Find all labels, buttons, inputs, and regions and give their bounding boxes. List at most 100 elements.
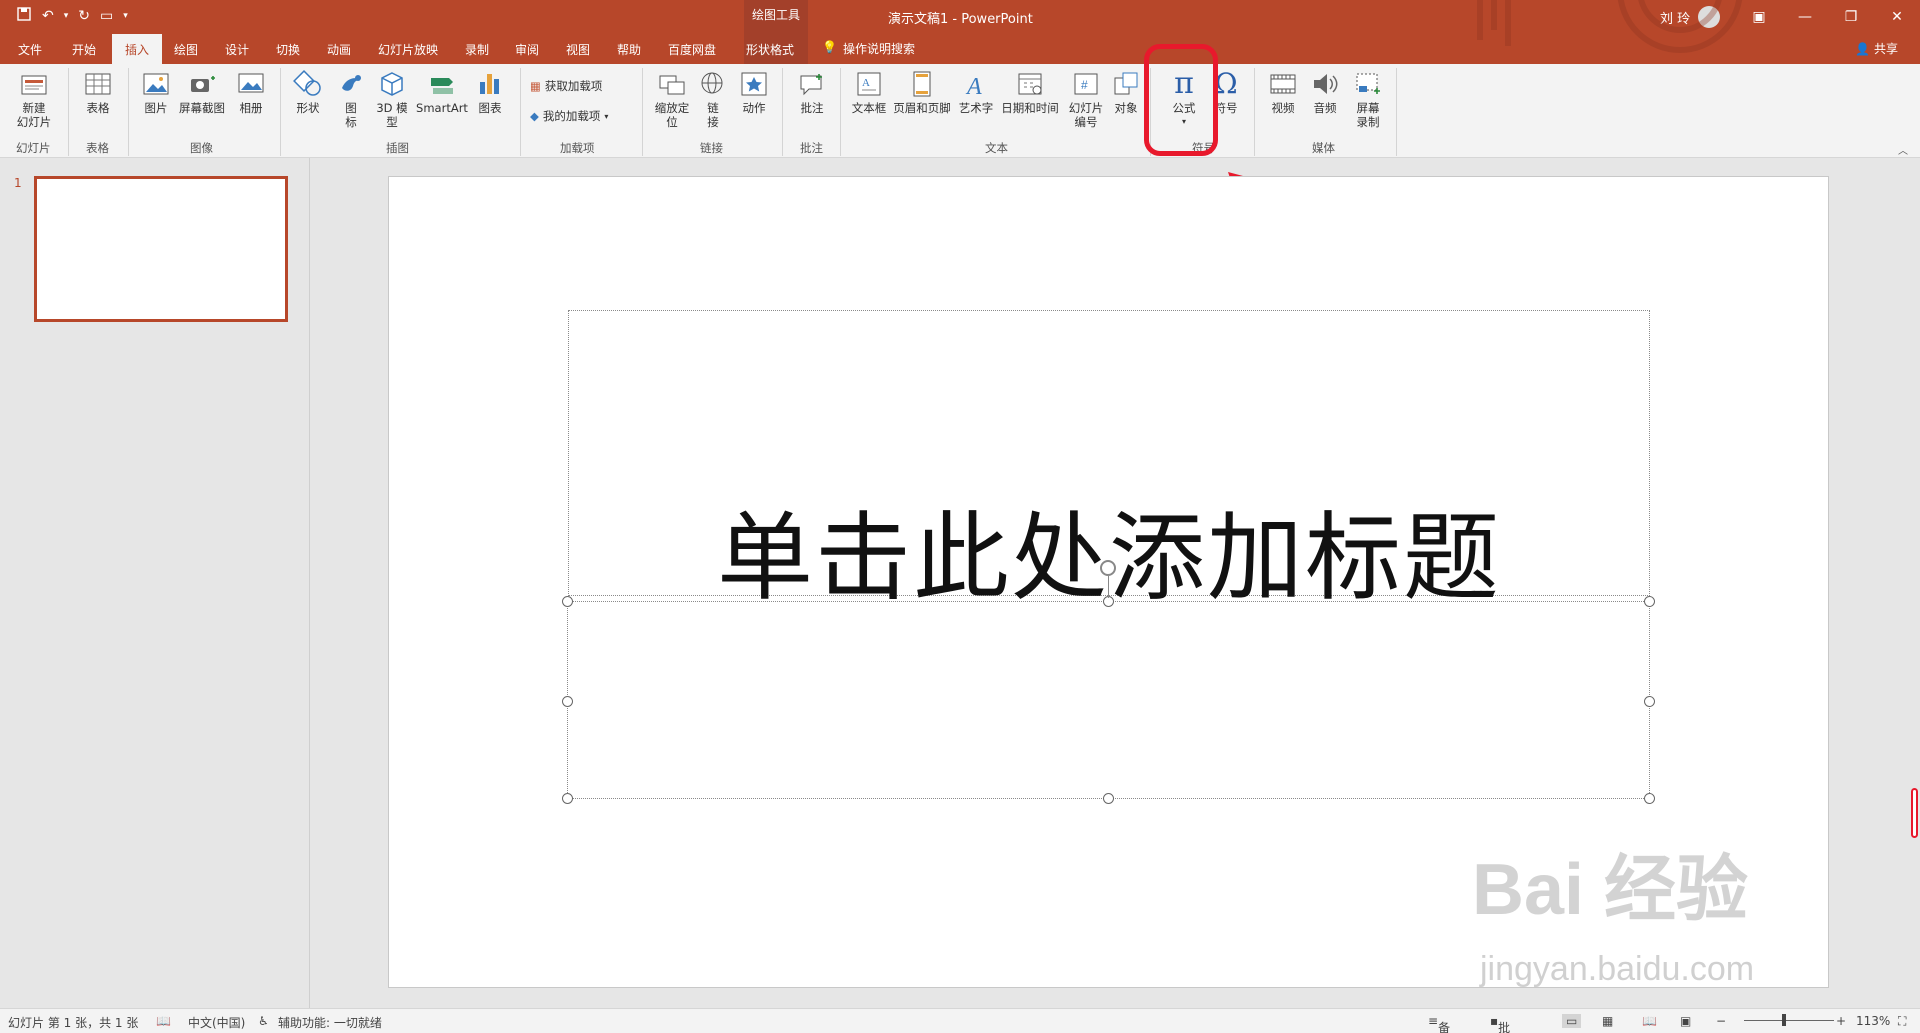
camera-icon <box>187 70 217 98</box>
tab-transitions[interactable]: 切换 <box>276 41 300 58</box>
shapes-icon <box>293 70 323 98</box>
lightbulb-icon: 💡 <box>822 40 837 54</box>
icons-button[interactable]: 图 标 <box>334 70 368 129</box>
resize-handle[interactable] <box>562 696 573 707</box>
vertical-scrollbar[interactable] <box>1911 788 1918 838</box>
tab-file[interactable]: 文件 <box>18 41 42 58</box>
fit-to-window-icon[interactable]: ⛶ <box>1898 1014 1906 1029</box>
link-button[interactable]: 链 接 <box>696 70 730 129</box>
audio-label: 音频 <box>1313 101 1337 115</box>
new-slide-button[interactable]: 新建 幻灯片 <box>8 70 60 129</box>
collapse-ribbon-icon[interactable]: ︿ <box>1898 142 1908 157</box>
resize-handle[interactable] <box>1103 793 1114 804</box>
slide-number-label: 幻灯片 编号 <box>1068 101 1104 129</box>
resize-handle[interactable] <box>1644 793 1655 804</box>
quick-access-toolbar: ↶ ▾ ↻ ▭ ▾ <box>16 6 128 26</box>
tab-design[interactable]: 设计 <box>225 41 249 58</box>
group-separator <box>68 68 69 156</box>
share-button[interactable]: 👤 共享 <box>1855 40 1898 57</box>
group-separator <box>642 68 643 156</box>
resize-handle[interactable] <box>1644 696 1655 707</box>
header-footer-button[interactable]: 页眉和页脚 <box>892 70 952 115</box>
wordart-button[interactable]: A 艺术字 <box>956 70 996 115</box>
undo-icon[interactable]: ↶ <box>42 8 54 24</box>
tab-shape-format[interactable]: 形状格式 <box>746 41 794 58</box>
chevron-down-icon[interactable]: ▾ <box>64 11 69 21</box>
slide-number-button[interactable]: # 幻灯片 编号 <box>1064 70 1108 129</box>
screen-record-button[interactable]: 屏幕 录制 <box>1348 70 1388 129</box>
audio-button[interactable]: 音频 <box>1306 70 1344 115</box>
zoom-in-icon[interactable]: + <box>1836 1014 1846 1028</box>
normal-view-icon[interactable]: ▭ <box>1562 1014 1582 1028</box>
textbox-button[interactable]: A 文本框 <box>848 70 890 115</box>
rotate-handle-icon[interactable] <box>1100 560 1116 576</box>
slide-sorter-icon[interactable]: ▦ <box>1602 1014 1613 1028</box>
watermark-logo: Bai 经验 <box>1472 850 1749 930</box>
tab-view[interactable]: 视图 <box>566 41 590 58</box>
tab-review[interactable]: 审阅 <box>515 41 539 58</box>
language-status[interactable]: 中文(中国) <box>188 1014 245 1031</box>
object-button[interactable]: 对象 <box>1108 70 1144 115</box>
zoom-out-icon[interactable]: − <box>1716 1014 1726 1028</box>
album-button[interactable]: 相册 <box>232 70 270 115</box>
tab-baidu-netdisk[interactable]: 百度网盘 <box>668 41 716 58</box>
table-button[interactable]: 表格 <box>80 70 116 115</box>
tell-me-search[interactable]: 💡 操作说明搜索 <box>822 40 915 57</box>
action-button[interactable]: 动作 <box>736 70 772 115</box>
group-label-links: 链接 <box>700 141 723 155</box>
textbox-icon: A <box>854 70 884 98</box>
wordart-label: 艺术字 <box>958 101 994 115</box>
album-icon <box>236 70 266 98</box>
slideshow-view-icon[interactable]: ▣ <box>1680 1014 1691 1028</box>
zoom-level[interactable]: 113% <box>1856 1014 1890 1028</box>
shapes-button[interactable]: 形状 <box>288 70 328 115</box>
customize-qat-icon[interactable]: ▾ <box>123 11 128 21</box>
subtitle-placeholder[interactable] <box>567 601 1650 799</box>
accessibility-status[interactable]: 辅助功能: 一切就绪 <box>278 1014 382 1031</box>
object-label: 对象 <box>1114 101 1138 115</box>
tab-slideshow[interactable]: 幻灯片放映 <box>378 41 438 58</box>
spellcheck-icon[interactable]: 📖 <box>156 1014 171 1028</box>
tab-animations[interactable]: 动画 <box>327 41 351 58</box>
slide-thumbnail[interactable] <box>34 176 288 322</box>
comment-button[interactable]: 批注 <box>794 70 830 115</box>
close-icon[interactable]: ✕ <box>1874 0 1920 34</box>
reading-view-icon[interactable]: 📖 <box>1642 1014 1657 1028</box>
smartart-button[interactable]: SmartArt <box>414 70 470 115</box>
3d-model-button[interactable]: 3D 模 型 <box>372 70 412 129</box>
screenshot-button[interactable]: 屏幕截图 <box>176 70 228 115</box>
zoom-slider-track[interactable] <box>1744 1020 1834 1021</box>
tell-me-label: 操作说明搜索 <box>842 42 915 56</box>
calendar-icon <box>1015 70 1045 98</box>
zoom-slider-thumb[interactable] <box>1782 1014 1786 1026</box>
3d-model-label: 3D 模 型 <box>376 101 408 129</box>
tab-insert[interactable]: 插入 <box>125 41 149 58</box>
my-addins-button[interactable]: ◆ 我的加载项 ▾ <box>530 108 608 124</box>
zoom-button[interactable]: 缩放定 位 <box>650 70 694 129</box>
resize-handle[interactable] <box>1644 596 1655 607</box>
tab-help[interactable]: 帮助 <box>617 41 641 58</box>
group-separator <box>840 68 841 156</box>
resize-handle[interactable] <box>562 793 573 804</box>
store-icon: ▦ <box>530 79 541 93</box>
tab-home[interactable]: 开始 <box>72 41 96 58</box>
datetime-button[interactable]: 日期和时间 <box>1000 70 1060 115</box>
tab-draw[interactable]: 绘图 <box>174 41 198 58</box>
chart-button[interactable]: 图表 <box>472 70 508 115</box>
notes-button[interactable]: ≡ 备注 <box>1428 1014 1450 1033</box>
picture-button[interactable]: 图片 <box>138 70 174 115</box>
accessibility-icon: ♿ <box>258 1014 269 1028</box>
save-icon[interactable] <box>16 6 32 26</box>
svg-text:#: # <box>1081 78 1088 92</box>
redo-icon[interactable]: ↻ <box>78 8 90 24</box>
get-addins-button[interactable]: ▦ 获取加载项 <box>530 78 602 94</box>
resize-handle[interactable] <box>562 596 573 607</box>
comments-button[interactable]: ▪ 批注 <box>1490 1014 1510 1033</box>
video-button[interactable]: 视频 <box>1264 70 1302 115</box>
presentation-icon[interactable]: ▭ <box>100 8 113 24</box>
icons-label: 图 标 <box>345 101 357 129</box>
svg-text:A: A <box>965 74 982 98</box>
smartart-icon <box>427 70 457 98</box>
restore-icon[interactable]: ❐ <box>1828 0 1874 34</box>
tab-record[interactable]: 录制 <box>465 41 489 58</box>
